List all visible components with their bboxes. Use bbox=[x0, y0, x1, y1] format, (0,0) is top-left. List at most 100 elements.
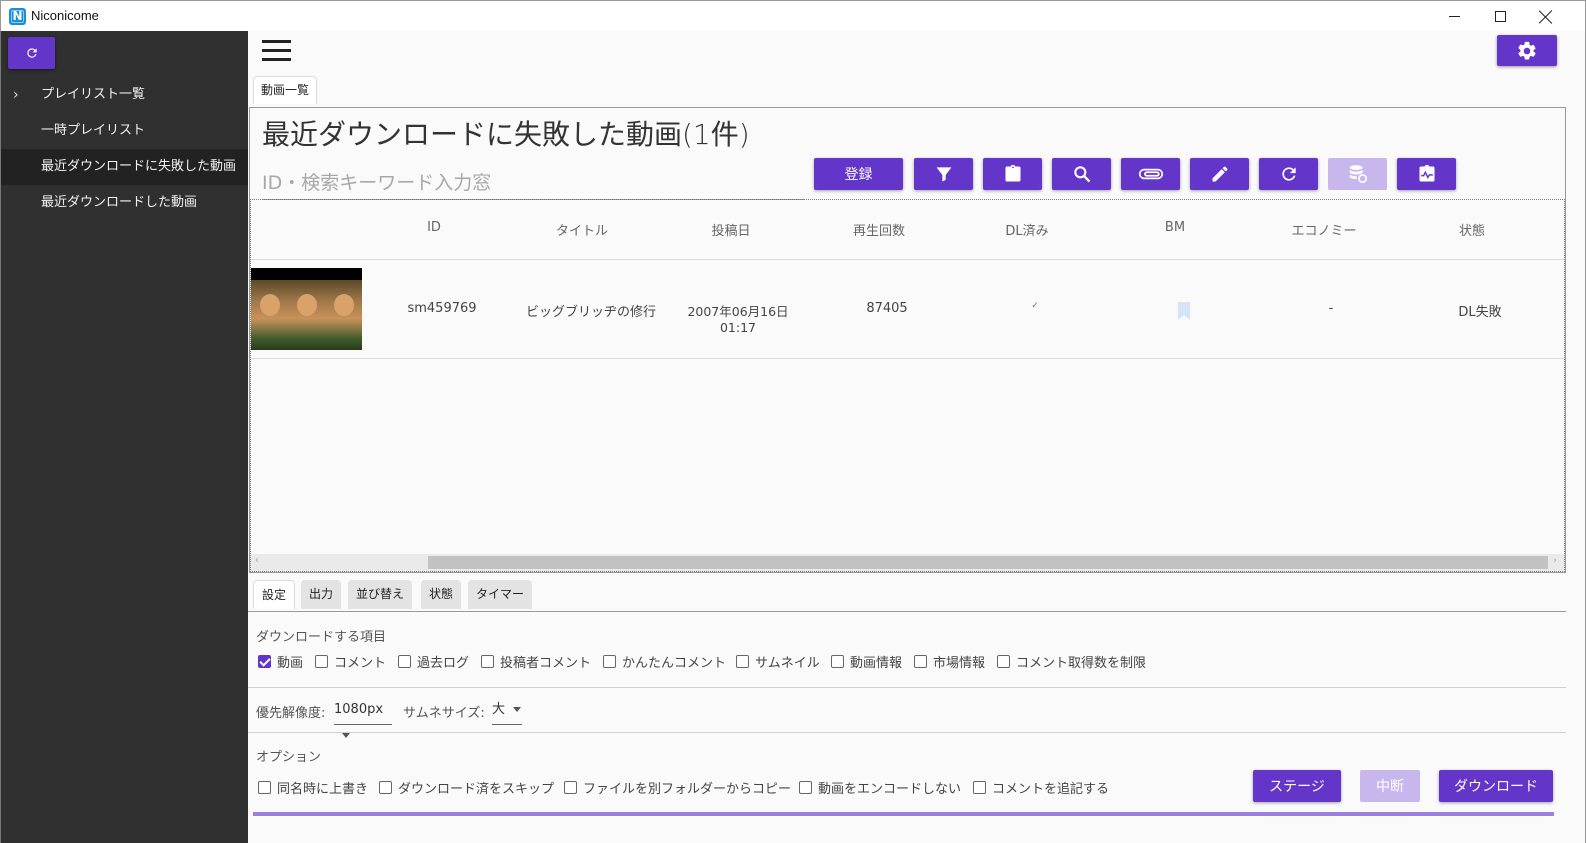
paperclip-icon bbox=[1138, 168, 1163, 180]
tab-timer[interactable]: タイマー bbox=[468, 580, 533, 609]
cell-id: sm459769 bbox=[407, 301, 477, 316]
chevron-down-icon bbox=[342, 733, 350, 738]
checkbox-thumbnail[interactable]: サムネイル bbox=[736, 652, 820, 671]
sidebar-item-temp-playlist[interactable]: 一時プレイリスト bbox=[1, 113, 249, 149]
options-label: オプション bbox=[256, 750, 322, 765]
cell-date: 2007年06月16日 01:17 bbox=[687, 304, 789, 335]
column-header-bookmark[interactable]: BM bbox=[1115, 220, 1235, 235]
search-button[interactable] bbox=[1052, 158, 1111, 190]
sidebar-item-failed-downloads[interactable]: 最近ダウンロードに失敗した動画 bbox=[1, 149, 249, 185]
column-header-date[interactable]: 投稿日 bbox=[671, 220, 791, 239]
edit-button[interactable] bbox=[1190, 158, 1249, 190]
download-button[interactable]: ダウンロード bbox=[1439, 770, 1553, 802]
checkbox-owner-comment[interactable]: 投稿者コメント bbox=[481, 652, 591, 671]
refresh-button[interactable] bbox=[1259, 158, 1318, 190]
video-table: ID タイトル 投稿日 再生回数 DL済み BM エコノミー 状態 sm4597… bbox=[250, 199, 1565, 572]
checkbox-easy-comment[interactable]: かんたんコメント bbox=[603, 652, 726, 671]
attach-button[interactable] bbox=[1121, 158, 1180, 190]
window-title: Niconicome bbox=[31, 8, 99, 23]
thumb-size-select[interactable]: 大 bbox=[492, 697, 522, 725]
checkbox-video-box[interactable] bbox=[258, 655, 271, 668]
checkbox-no-encode[interactable]: 動画をエンコードしない bbox=[799, 778, 961, 797]
column-header-downloaded[interactable]: DL済み bbox=[967, 220, 1087, 239]
cell-title: ビッグブリッヂの修行 bbox=[525, 305, 656, 320]
register-button[interactable]: 登録 bbox=[814, 158, 903, 190]
sidebar-item-label: 最近ダウンロードに失敗した動画 bbox=[41, 159, 237, 174]
clipboard-button[interactable] bbox=[983, 158, 1042, 190]
tab-output[interactable]: 出力 bbox=[301, 580, 342, 609]
minimize-icon bbox=[1448, 16, 1460, 17]
maximize-button[interactable] bbox=[1477, 1, 1523, 32]
clipboard-pulse-icon bbox=[1419, 164, 1434, 182]
cell-views: 87405 bbox=[866, 301, 908, 316]
scroll-left-icon[interactable]: ‹ bbox=[255, 555, 259, 566]
minimize-button[interactable] bbox=[1431, 1, 1477, 32]
checkbox-comment[interactable]: コメント bbox=[315, 652, 386, 671]
checkbox-append-comment[interactable]: コメントを追記する bbox=[973, 778, 1109, 797]
database-sync-button[interactable] bbox=[1328, 158, 1387, 190]
sidebar-item-label: プレイリスト一覧 bbox=[41, 87, 146, 102]
column-header-views[interactable]: 再生回数 bbox=[819, 220, 939, 239]
register-button-label: 登録 bbox=[844, 167, 873, 183]
sidebar-item-label: 最近ダウンロードした動画 bbox=[41, 195, 198, 210]
settings-panel: ダウンロードする項目 動画 コメント 過去ログ 投稿者コメント かんたんコメント… bbox=[248, 611, 1566, 843]
header-divider bbox=[251, 259, 1564, 260]
tab-settings[interactable]: 設定 bbox=[253, 580, 296, 609]
menu-button[interactable] bbox=[262, 40, 292, 62]
refresh-icon bbox=[26, 48, 37, 58]
bookmark-icon[interactable] bbox=[1177, 302, 1191, 320]
filter-icon bbox=[936, 167, 951, 182]
maximize-icon bbox=[1494, 11, 1506, 22]
clipboard-pulse-button[interactable] bbox=[1397, 158, 1456, 190]
tab-status[interactable]: 状態 bbox=[421, 580, 462, 609]
checkbox-skip-downloaded[interactable]: ダウンロード済をスキップ bbox=[379, 778, 554, 797]
column-header-economy[interactable]: エコノミー bbox=[1264, 220, 1384, 239]
cell-status: DL失敗 bbox=[1458, 305, 1502, 320]
checkbox-video[interactable]: 動画 bbox=[258, 652, 303, 671]
stage-button[interactable]: ステージ bbox=[1253, 770, 1341, 802]
chevron-down-icon bbox=[513, 707, 522, 712]
row-divider bbox=[251, 358, 1564, 359]
settings-button[interactable] bbox=[1497, 35, 1557, 66]
database-sync-icon bbox=[1349, 165, 1367, 184]
download-items-label: ダウンロードする項目 bbox=[256, 630, 387, 645]
sidebar: › プレイリスト一覧 一時プレイリスト 最近ダウンロードに失敗した動画 最近ダウ… bbox=[0, 31, 249, 843]
close-icon bbox=[1539, 10, 1553, 24]
progress-bar bbox=[253, 812, 1554, 816]
checkbox-video-info[interactable]: 動画情報 bbox=[831, 652, 902, 671]
sidebar-item-playlists[interactable]: › プレイリスト一覧 bbox=[1, 77, 249, 113]
cell-economy: - bbox=[1328, 301, 1334, 316]
sidebar-refresh-button[interactable] bbox=[8, 37, 55, 69]
column-header-status[interactable]: 状態 bbox=[1412, 220, 1532, 239]
title-bar: N Niconicome bbox=[0, 0, 1586, 31]
checkbox-market-info[interactable]: 市場情報 bbox=[914, 652, 985, 671]
scroll-right-icon[interactable]: › bbox=[1553, 555, 1557, 566]
app-logo-icon: N bbox=[9, 8, 26, 25]
checkbox-limit-comments[interactable]: コメント取得数を制限 bbox=[997, 652, 1146, 671]
resolution-label: 優先解像度: bbox=[256, 706, 326, 721]
horizontal-scrollbar[interactable]: ‹ › bbox=[251, 554, 1564, 571]
cancel-button[interactable]: 中断 bbox=[1360, 770, 1420, 802]
cell-downloaded: ✓ bbox=[1031, 301, 1039, 311]
column-header-title[interactable]: タイトル bbox=[522, 220, 642, 239]
page-title: 最近ダウンロードに失敗した動画(1件) bbox=[262, 118, 750, 151]
video-thumbnail bbox=[251, 268, 362, 350]
scrollbar-thumb[interactable] bbox=[428, 556, 1548, 569]
tab-sort[interactable]: 並び替え bbox=[348, 580, 413, 609]
checkbox-past-log[interactable]: 過去ログ bbox=[398, 652, 469, 671]
main-area: 動画一覧 最近ダウンロードに失敗した動画(1件) 登録 bbox=[248, 31, 1586, 843]
column-header-id[interactable]: ID bbox=[374, 220, 494, 235]
search-input[interactable] bbox=[262, 166, 804, 200]
pencil-icon bbox=[1212, 166, 1228, 182]
checkbox-overwrite[interactable]: 同名時に上書き bbox=[258, 778, 368, 797]
video-list-panel: 最近ダウンロードに失敗した動画(1件) 登録 ID bbox=[249, 107, 1566, 573]
sidebar-item-recent-downloads[interactable]: 最近ダウンロードした動画 bbox=[1, 185, 249, 221]
sidebar-item-label: 一時プレイリスト bbox=[41, 123, 146, 138]
close-button[interactable] bbox=[1523, 1, 1569, 32]
clipboard-icon bbox=[1005, 164, 1020, 182]
tab-video-list[interactable]: 動画一覧 bbox=[253, 76, 318, 104]
filter-button[interactable] bbox=[914, 158, 973, 190]
divider bbox=[248, 732, 1566, 733]
checkbox-copy-from-folder[interactable]: ファイルを別フォルダーからコピー bbox=[564, 778, 791, 797]
resolution-select[interactable]: 1080px bbox=[334, 697, 392, 738]
